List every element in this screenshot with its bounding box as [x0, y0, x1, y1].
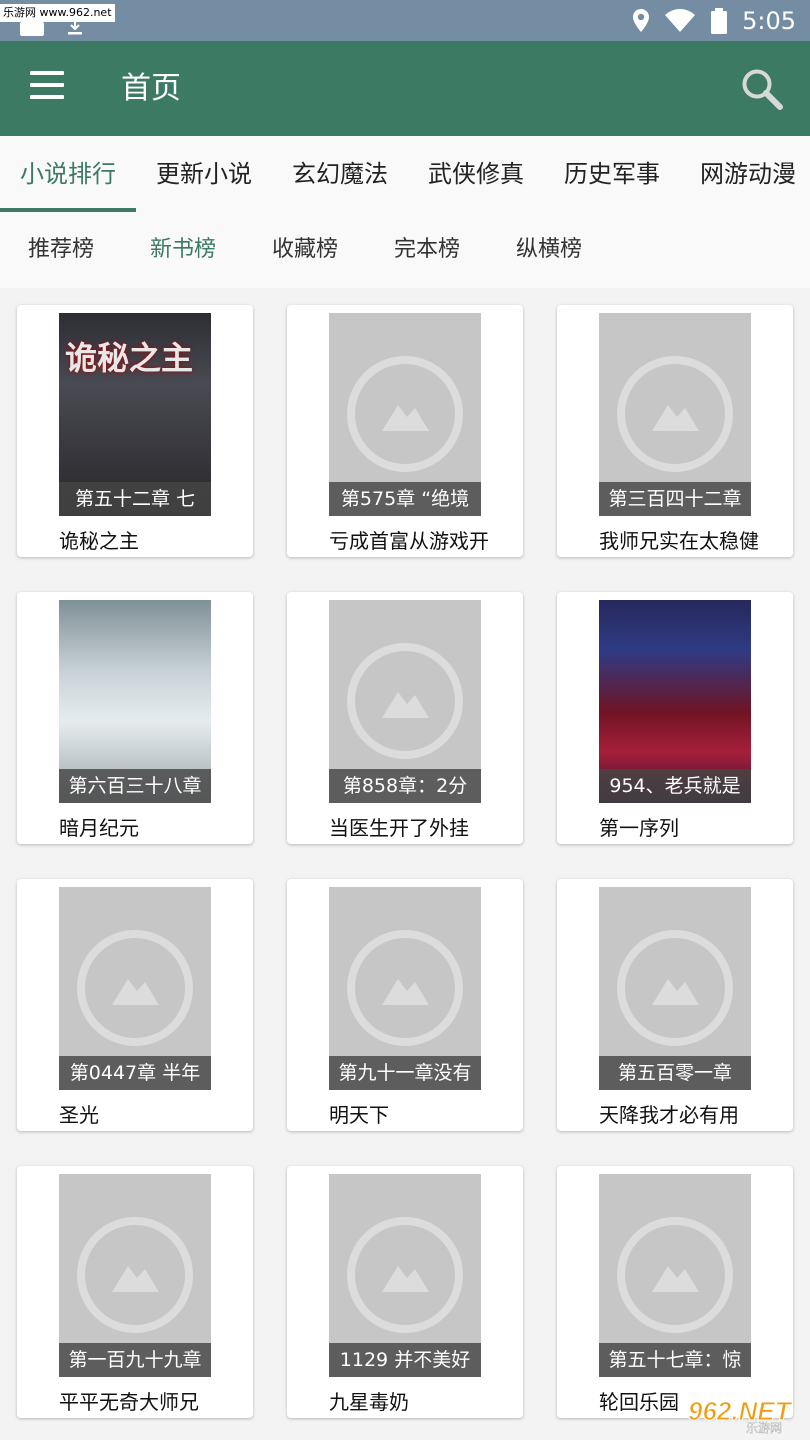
book-card[interactable]: 诡秘之主 第五十二章 七诡秘之主 — [17, 305, 253, 557]
book-card[interactable]: 第858章：2分当医生开了外挂 — [287, 592, 523, 844]
book-cover: 第六百三十八章 — [59, 600, 211, 803]
notification-icon — [20, 22, 44, 36]
book-cover: 第五百零一章 — [599, 887, 751, 1090]
book-card[interactable]: 第六百三十八章暗月纪元 — [17, 592, 253, 844]
book-cover: 第858章：2分 — [329, 600, 481, 803]
subtab-recommended[interactable]: 推荐榜 — [28, 212, 94, 288]
tab-novel-ranking[interactable]: 小说排行 — [0, 136, 136, 212]
svg-text:乐游网: 乐游网 — [746, 1421, 782, 1434]
ranking-sub-tabs: 推荐榜 新书榜 收藏榜 完本榜 纵横榜 — [0, 212, 810, 288]
book-cover: 954、老兵就是 — [599, 600, 751, 803]
book-title: 圣光 — [59, 1103, 99, 1127]
page-title: 首页 — [121, 71, 181, 106]
latest-chapter-label: 第三百四十二章 — [599, 482, 751, 516]
tab-fantasy-magic[interactable]: 玄幻魔法 — [272, 136, 408, 212]
book-title: 亏成首富从游戏开 — [329, 529, 489, 553]
book-cover: 第九十一章没有 — [329, 887, 481, 1090]
book-title: 明天下 — [329, 1103, 389, 1127]
book-card[interactable]: 第575章 “绝境亏成首富从游戏开 — [287, 305, 523, 557]
cover-art-title: 诡秘之主 — [65, 339, 194, 377]
hamburger-menu-icon[interactable] — [30, 71, 64, 105]
notification-icons — [20, 18, 82, 38]
latest-chapter-label: 第858章：2分 — [329, 769, 481, 803]
location-icon — [633, 9, 650, 32]
book-card[interactable]: 第一百九十九章平平无奇大师兄 — [17, 1166, 253, 1418]
book-cover: 第一百九十九章 — [59, 1174, 211, 1377]
book-title: 当医生开了外挂 — [329, 816, 469, 840]
latest-chapter-label: 954、老兵就是 — [599, 769, 751, 803]
book-title: 诡秘之主 — [59, 529, 139, 553]
latest-chapter-label: 第六百三十八章 — [59, 769, 211, 803]
latest-chapter-label: 第575章 “绝境 — [329, 482, 481, 516]
subtab-zongheng[interactable]: 纵横榜 — [516, 212, 582, 288]
book-cover: 第五十七章：惊 — [599, 1174, 751, 1377]
tab-wuxia-xiuzhen[interactable]: 武侠修真 — [408, 136, 544, 212]
status-bar: 乐游网 www.962.net 5:05 — [0, 0, 810, 41]
subtab-completed[interactable]: 完本榜 — [394, 212, 460, 288]
book-card[interactable]: 第0447章 半年圣光 — [17, 879, 253, 1131]
book-title: 天降我才必有用 — [599, 1103, 739, 1127]
latest-chapter-label: 第五十二章 七 — [59, 482, 211, 516]
book-title: 我师兄实在太稳健 — [599, 529, 759, 553]
book-title: 平平无奇大师兄 — [59, 1390, 199, 1414]
book-cover: 诡秘之主第五十二章 七 — [59, 313, 211, 516]
book-card[interactable]: 1129 并不美好九星毒奶 — [287, 1166, 523, 1418]
subtab-favorites[interactable]: 收藏榜 — [272, 212, 338, 288]
book-cover: 1129 并不美好 — [329, 1174, 481, 1377]
latest-chapter-label: 第0447章 半年 — [59, 1056, 211, 1090]
tab-game-anime[interactable]: 网游动漫 — [680, 136, 810, 212]
category-tabs: 小说排行 更新小说 玄幻魔法 武侠修真 历史军事 网游动漫 — [0, 136, 810, 213]
book-card[interactable]: 第五十七章：惊轮回乐园 — [557, 1166, 793, 1418]
book-title: 九星毒奶 — [329, 1390, 409, 1414]
book-cover: 第575章 “绝境 — [329, 313, 481, 516]
latest-chapter-label: 第九十一章没有 — [329, 1056, 481, 1090]
latest-chapter-label: 第五十七章：惊 — [599, 1343, 751, 1377]
book-card[interactable]: 第九十一章没有明天下 — [287, 879, 523, 1131]
tab-history-military[interactable]: 历史军事 — [544, 136, 680, 212]
book-card[interactable]: 第三百四十二章我师兄实在太稳健 — [557, 305, 793, 557]
book-cover: 第三百四十二章 — [599, 313, 751, 516]
watermark-logo: 962.NET 乐游网 — [688, 1396, 794, 1435]
book-title: 暗月纪元 — [59, 816, 139, 840]
book-title: 轮回乐园 — [599, 1390, 679, 1414]
clock: 5:05 — [742, 7, 796, 35]
book-card[interactable]: 954、老兵就是第一序列 — [557, 592, 793, 844]
subtab-new-books[interactable]: 新书榜 — [150, 212, 216, 288]
book-card[interactable]: 第五百零一章天降我才必有用 — [557, 879, 793, 1131]
latest-chapter-label: 第一百九十九章 — [59, 1343, 211, 1377]
book-grid: 诡秘之主 第五十二章 七诡秘之主 第575章 “绝境 亏成首富从游戏开 第三百四十二章我… — [0, 288, 810, 1440]
download-icon — [68, 19, 82, 35]
book-cover: 第0447章 半年 — [59, 887, 211, 1090]
app-bar: 首页 — [0, 41, 810, 136]
wifi-icon — [665, 9, 696, 32]
book-title: 第一序列 — [599, 816, 679, 840]
latest-chapter-label: 1129 并不美好 — [329, 1343, 481, 1377]
search-icon[interactable] — [740, 67, 784, 111]
tab-updated-novels[interactable]: 更新小说 — [136, 136, 272, 212]
latest-chapter-label: 第五百零一章 — [599, 1056, 751, 1090]
battery-icon — [711, 8, 728, 34]
